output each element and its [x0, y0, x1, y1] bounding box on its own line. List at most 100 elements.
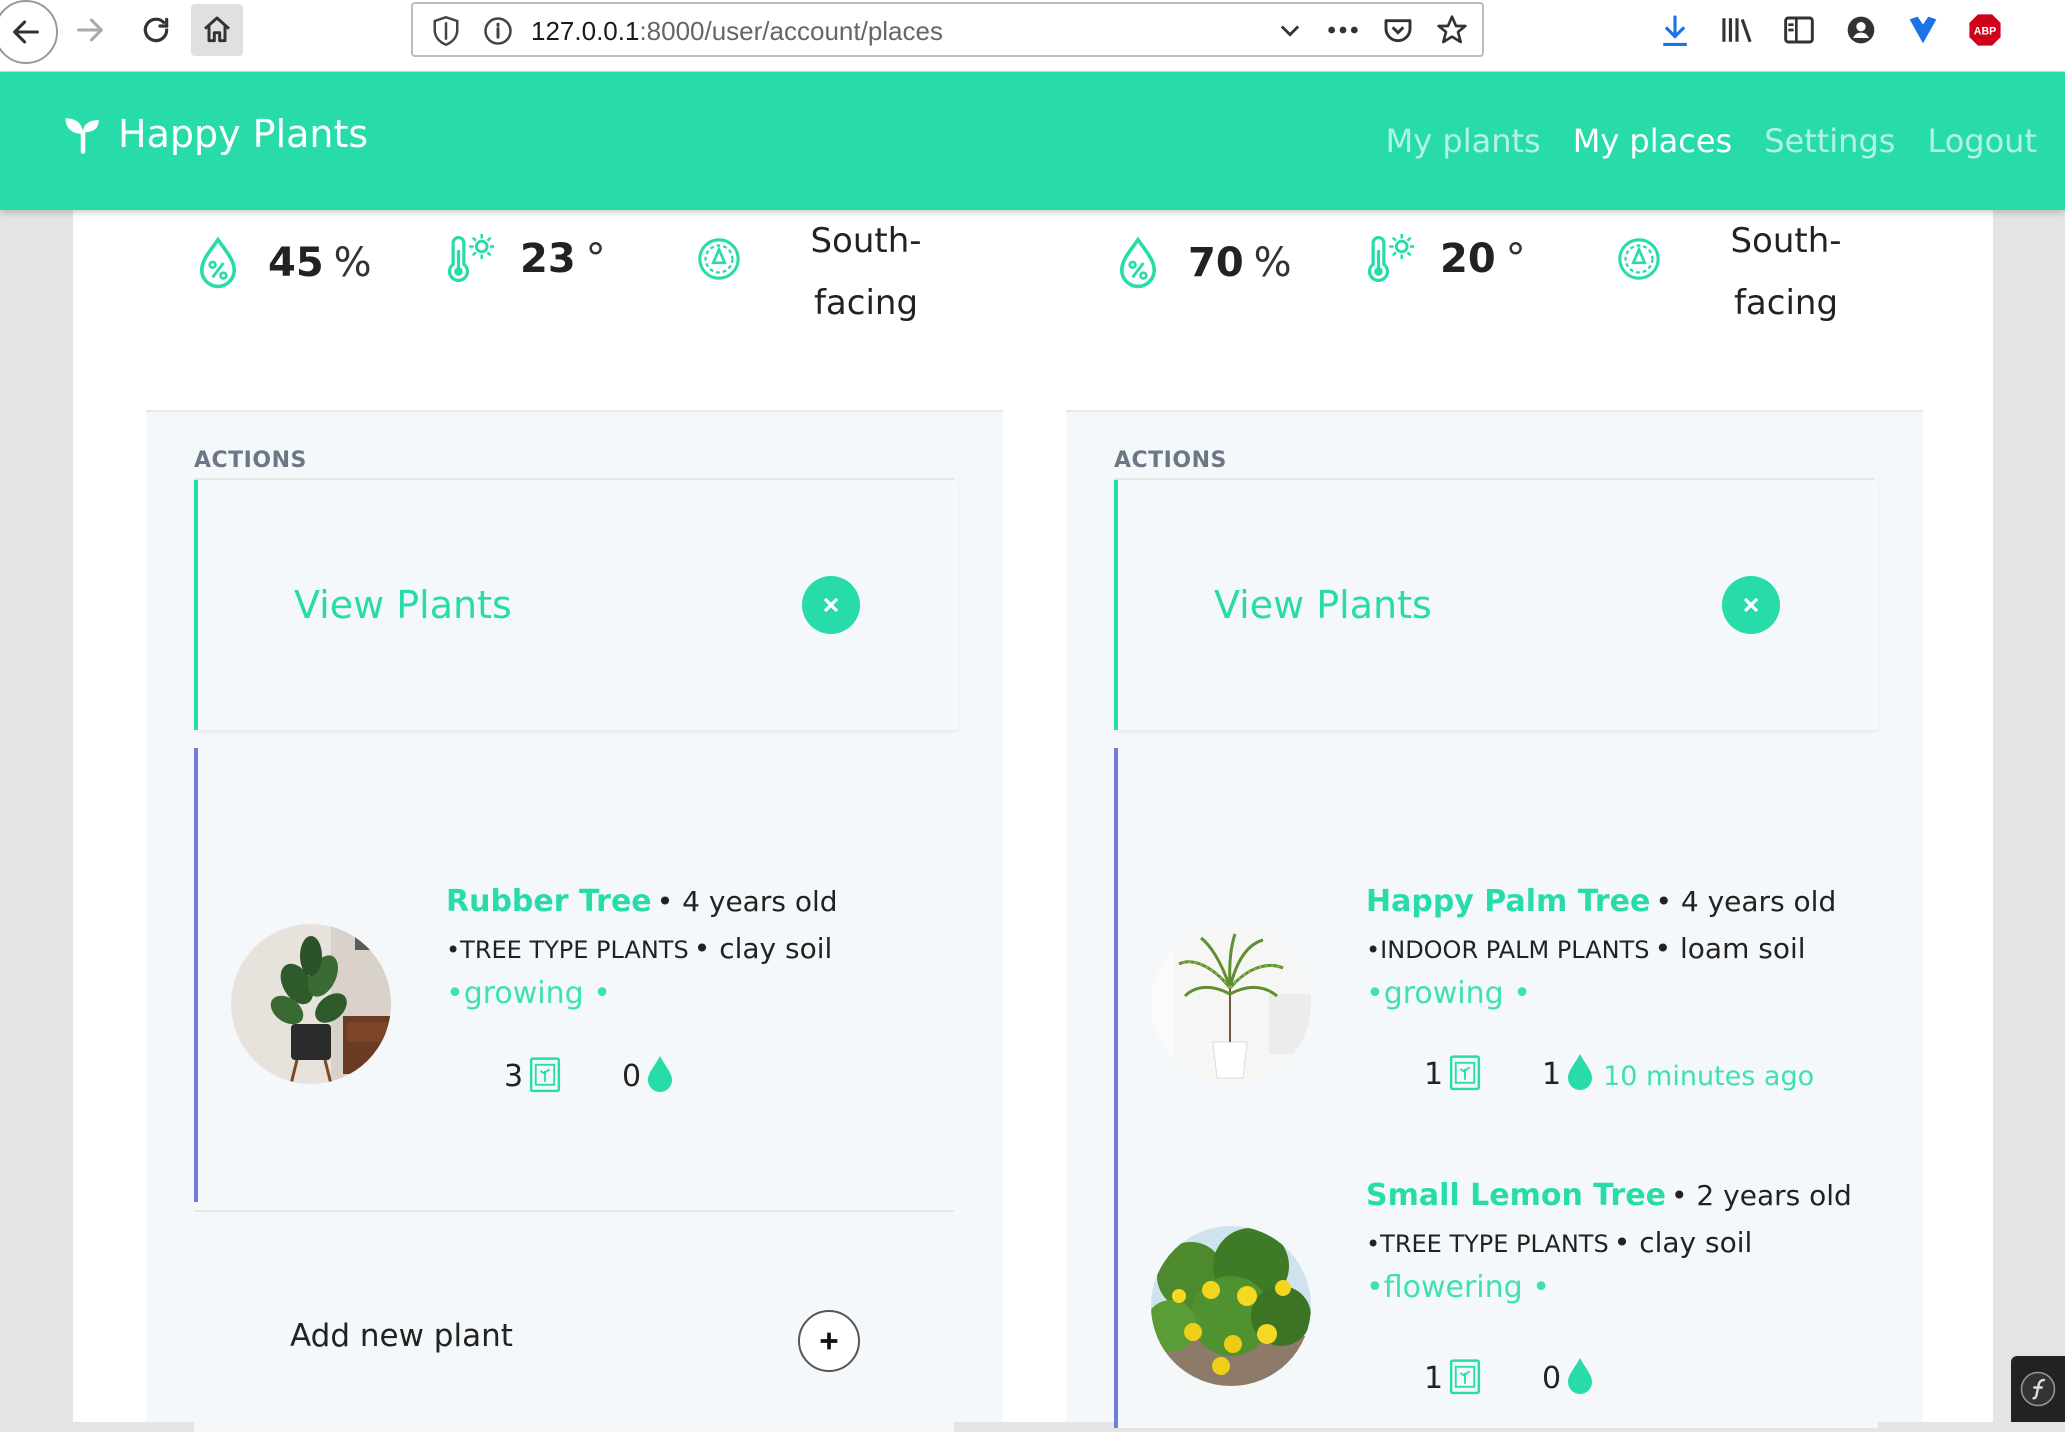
actions-heading: ACTIONS [194, 448, 307, 473]
tracking-shield-icon[interactable] [431, 14, 461, 48]
last-watered: 10 minutes ago [1603, 1061, 1815, 1092]
forward-button[interactable] [64, 4, 116, 56]
humidity-drop-icon [1119, 236, 1157, 289]
compass-icon [1618, 238, 1660, 280]
sprout-icon [65, 118, 99, 154]
adblock-button[interactable]: ABP [1965, 10, 2005, 50]
place-conditions: 45 % 23 ° South- facing [146, 210, 1003, 412]
plant-details: •TREE TYPE PLANTS • clay soil [1366, 1226, 1752, 1259]
plant-name[interactable]: Small Lemon Tree [1366, 1178, 1666, 1213]
temperature-stat: 23 ° [446, 232, 606, 286]
app-navbar: Happy Plants My plants My places Setting… [0, 72, 2065, 210]
fertilizer-counter[interactable]: 1 [1424, 1356, 1483, 1396]
actions-heading: ACTIONS [1114, 448, 1227, 473]
nav-settings[interactable]: Settings [1764, 122, 1895, 160]
view-plants-label[interactable]: View Plants [294, 583, 512, 627]
add-plant-button[interactable] [798, 1310, 860, 1372]
compass-icon [698, 238, 740, 280]
rubber-tree-photo [231, 924, 391, 1084]
view-plants-label[interactable]: View Plants [1214, 583, 1432, 627]
actions-section: ACTIONS View Plants [1066, 412, 1923, 1428]
plant-header: Happy Palm Tree • 4 years old [1366, 884, 1836, 919]
address-bar[interactable]: 127.0.0.1:8000/user/account/places [411, 2, 1484, 57]
account-button[interactable] [1841, 10, 1881, 50]
temperature-unit: ° [585, 236, 606, 282]
arrow-right-icon [77, 18, 103, 42]
plant-photo [1151, 924, 1311, 1084]
plant-soil: • clay soil [1613, 1226, 1753, 1259]
orientation-line-2: facing [813, 283, 919, 323]
temperature-stat: 20 ° [1366, 232, 1526, 286]
plant-item[interactable]: Small Lemon Tree • 2 years old •TREE TYP… [1118, 1168, 1878, 1428]
url-path: :8000/user/account/places [639, 16, 943, 46]
plant-status-line: •growing • [1366, 976, 1531, 1011]
extension-button[interactable] [1903, 10, 1943, 50]
plants-list: Rubber Tree • 4 years old •TREE TYPE PLA… [194, 748, 958, 1202]
home-button[interactable] [191, 4, 243, 56]
orientation-stat [1616, 236, 1662, 282]
water-counter[interactable]: 0 [1542, 1356, 1595, 1396]
library-icon [1722, 18, 1752, 43]
plant-photo [231, 924, 391, 1084]
url-host: 127.0.0.1 [531, 16, 640, 46]
plant-soil: • loam soil [1654, 932, 1806, 965]
brand-name: Happy Plants [118, 112, 369, 156]
temperature-value: 20 [1440, 236, 1496, 282]
temperature-value: 23 [520, 236, 576, 282]
pocket-icon[interactable] [1382, 14, 1414, 46]
close-button[interactable] [802, 576, 860, 634]
info-icon[interactable] [483, 16, 513, 46]
water-count: 0 [1542, 1361, 1562, 1396]
more-options-icon[interactable] [1326, 16, 1360, 44]
library-button[interactable] [1717, 10, 1757, 50]
nav-menu: My plants My places Settings Logout [1386, 122, 2037, 160]
humidity-value: 70 [1188, 240, 1244, 286]
fertilizer-counter[interactable]: 1 [1424, 1052, 1483, 1092]
url-text[interactable]: 127.0.0.1:8000/user/account/places [531, 16, 943, 47]
fertilizer-counter[interactable]: 3 [504, 1054, 563, 1094]
symfony-toolbar-toggle[interactable] [2011, 1356, 2065, 1422]
orientation-line-1: South- [1730, 221, 1842, 261]
plant-name[interactable]: Rubber Tree [446, 884, 652, 919]
downloads-button[interactable] [1655, 10, 1695, 50]
water-counter[interactable]: 0 [622, 1054, 675, 1094]
nav-my-plants[interactable]: My plants [1386, 122, 1541, 160]
water-counter[interactable]: 1 10 minutes ago [1542, 1052, 1814, 1092]
plant-item[interactable]: Rubber Tree • 4 years old •TREE TYPE PLA… [198, 748, 958, 1202]
humidity-unit: % [1253, 240, 1292, 286]
plant-type: •INDOOR PALM PLANTS [1366, 936, 1650, 964]
orientation-line-1: South- [810, 221, 922, 261]
plant-type: •TREE TYPE PLANTS [1366, 1230, 1609, 1258]
add-plant-row[interactable]: Add new plant [194, 1210, 954, 1432]
browser-toolbar: 127.0.0.1:8000/user/account/places ABP [0, 0, 2065, 72]
close-button[interactable] [1722, 576, 1780, 634]
plant-status-line: •growing • [446, 976, 611, 1011]
plus-icon [820, 1332, 838, 1350]
fertilizer-bag-icon [1450, 1359, 1481, 1395]
adblock-icon: ABP [1969, 14, 2001, 46]
add-plant-label[interactable]: Add new plant [290, 1318, 513, 1354]
plant-header: Rubber Tree • 4 years old [446, 884, 838, 919]
plant-status-line: •flowering • [1366, 1270, 1550, 1305]
plant-name[interactable]: Happy Palm Tree [1366, 884, 1650, 919]
orientation-stat [696, 236, 742, 282]
back-button[interactable] [0, 0, 58, 64]
nav-logout[interactable]: Logout [1927, 122, 2037, 160]
bookmark-star-icon[interactable] [1436, 14, 1468, 46]
view-plants-row[interactable]: View Plants [194, 480, 958, 730]
sidebar-button[interactable] [1779, 10, 1819, 50]
plant-header: Small Lemon Tree • 2 years old [1366, 1178, 1852, 1213]
reload-button[interactable] [130, 4, 182, 56]
brand-link[interactable]: Happy Plants [62, 112, 368, 156]
close-icon [823, 597, 839, 613]
plant-item[interactable]: Happy Palm Tree • 4 years old •INDOOR PA… [1118, 748, 1878, 1168]
chevron-down-icon[interactable] [1276, 16, 1304, 44]
palm-tree-photo [1151, 924, 1311, 1084]
view-plants-row[interactable]: View Plants [1114, 480, 1878, 730]
plant-status: •growing • [446, 976, 611, 1011]
reload-icon [143, 17, 169, 43]
nav-my-places[interactable]: My places [1573, 122, 1732, 160]
water-count: 1 [1542, 1057, 1562, 1092]
orientation-text: South- facing [1666, 210, 1906, 334]
water-drop-icon [648, 1056, 673, 1092]
